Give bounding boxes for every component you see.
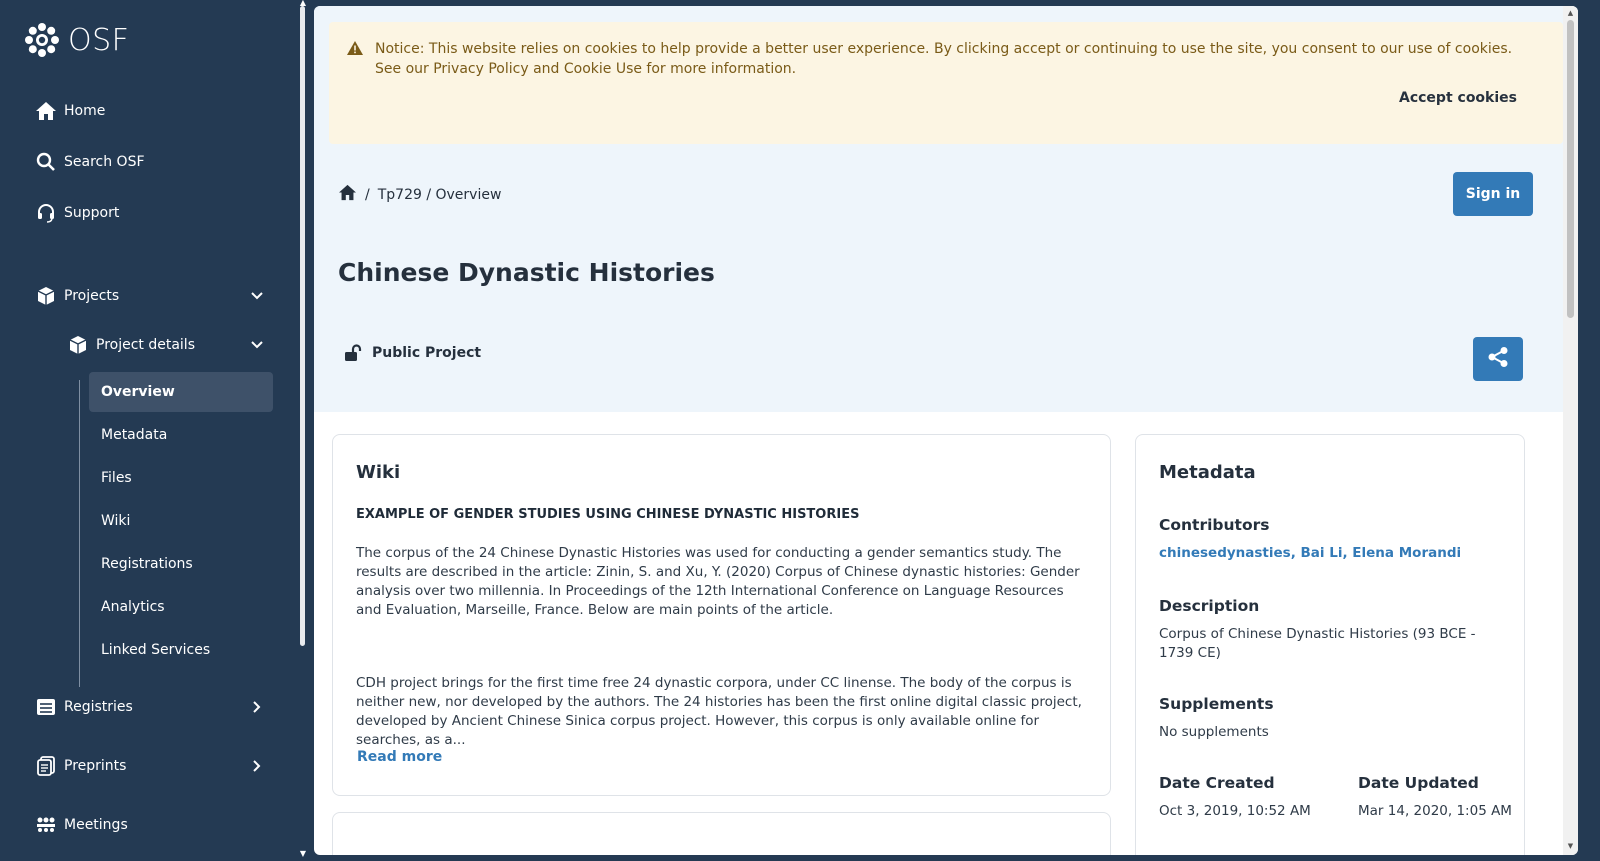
main-content: Notice: This website relies on cookies t… [314,6,1578,855]
headset-icon [34,201,58,225]
nav-search-label: Search OSF [64,154,145,170]
date-updated-label: Date Updated [1358,774,1479,792]
visibility-label: Public Project [372,345,482,361]
home-icon [34,99,58,123]
nav-project-details-label: Project details [96,337,195,353]
chevron-right-icon [250,700,264,714]
registries-icon [34,695,58,719]
sidebar-item-linked-services[interactable]: Linked Services [89,630,273,670]
share-icon [1487,346,1509,372]
cookie-notice-text: Notice: This website relies on cookies t… [375,41,1513,77]
sign-in-button[interactable]: Sign in [1453,172,1533,216]
meetings-icon [34,813,58,837]
description-value: Corpus of Chinese Dynastic Histories (93… [1159,626,1476,661]
nav-meetings[interactable]: Meetings [34,813,128,837]
nav-projects[interactable]: Projects [34,284,264,308]
description-label: Description [1159,597,1260,615]
scroll-up-icon[interactable]: ▲ [1566,9,1575,17]
accept-cookies-button[interactable]: Accept cookies [1399,90,1517,106]
date-updated-value: Mar 14, 2020, 1:05 AM [1358,803,1512,819]
chevron-right-icon [250,759,264,773]
nav-support-label: Support [64,205,120,221]
cookie-notice: Notice: This website relies on cookies t… [329,22,1563,144]
project-header: Notice: This website relies on cookies t… [314,6,1578,412]
sidebar-item-overview[interactable]: Overview [89,372,273,412]
sidebar-item-analytics[interactable]: Analytics [89,587,273,627]
sidebar-scroll-down-icon[interactable]: ▼ [299,850,307,858]
nav-project-details[interactable]: Project details [66,333,264,357]
breadcrumb-separator: / [365,186,370,203]
cube-icon [34,284,58,308]
metadata-title: Metadata [1159,462,1256,483]
nav-support[interactable]: Support [34,201,119,225]
read-more-link[interactable]: Read more [357,749,442,765]
sidebar: OSF Home Search OSF Support Projects Pro… [0,0,300,861]
search-icon [34,150,58,174]
preprints-icon [34,754,58,778]
wiki-title: Wiki [356,462,401,483]
nav-preprints-label: Preprints [64,758,127,774]
warning-icon [346,40,364,58]
wiki-paragraph-1: The corpus of the 24 Chinese Dynastic Hi… [356,545,1080,618]
wiki-paragraph-2: CDH project brings for the first time fr… [356,675,1082,748]
sidebar-item-registrations[interactable]: Registrations [89,544,273,584]
chevron-down-icon [250,289,264,303]
nav-registries[interactable]: Registries [34,695,264,719]
supplements-label: Supplements [1159,695,1274,713]
share-button[interactable] [1473,337,1523,381]
osf-logo[interactable]: OSF [24,22,129,58]
scroll-down-icon[interactable]: ▼ [1566,842,1575,850]
contributors-list[interactable]: chinesedynasties, Bai Li, Elena Morandi [1159,545,1461,561]
page-title: Chinese Dynastic Histories [338,258,715,287]
supplements-value: No supplements [1159,724,1269,740]
nav-search[interactable]: Search OSF [34,150,145,174]
unlock-icon [344,343,364,363]
main-scrollbar[interactable]: ▲ ▼ [1563,6,1578,855]
nav-meetings-label: Meetings [64,817,128,833]
visibility-badge: Public Project [344,343,481,363]
chevron-down-icon [250,338,264,352]
wiki-heading: EXAMPLE OF GENDER STUDIES USING CHINESE … [356,507,860,522]
cube-icon [66,333,90,357]
date-created-label: Date Created [1159,774,1275,792]
nav-projects-label: Projects [64,288,120,304]
nav-registries-label: Registries [64,699,133,715]
sub-nav-line [79,380,80,687]
breadcrumb: / Tp729 / Overview [338,184,501,205]
sidebar-item-metadata[interactable]: Metadata [89,415,273,455]
nav-home[interactable]: Home [34,99,105,123]
date-created-value: Oct 3, 2019, 10:52 AM [1159,803,1311,819]
metadata-card: Metadata Contributors chinesedynasties, … [1135,434,1525,855]
nav-home-label: Home [64,103,106,119]
logo-text: OSF [68,22,130,58]
contributors-label: Contributors [1159,516,1270,534]
wiki-card: Wiki EXAMPLE OF GENDER STUDIES USING CHI… [332,434,1111,796]
nav-preprints[interactable]: Preprints [34,754,264,778]
sidebar-item-files[interactable]: Files [89,458,273,498]
sidebar-item-wiki[interactable]: Wiki [89,501,273,541]
scrollbar-thumb[interactable] [1567,20,1574,318]
breadcrumb-path[interactable]: Tp729 / Overview [378,187,502,203]
osf-logo-icon [25,23,59,57]
sidebar-scrollbar[interactable] [300,6,305,646]
home-icon[interactable] [338,184,357,205]
next-card [332,812,1111,855]
